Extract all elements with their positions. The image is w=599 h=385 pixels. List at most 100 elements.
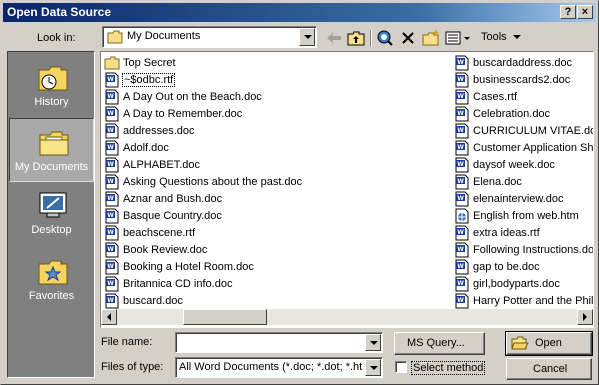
views-menu-icon[interactable] <box>443 28 473 48</box>
word-document-icon: W <box>454 259 470 275</box>
file-name-text: girl,bodyparts.doc <box>473 277 560 290</box>
file-list-item[interactable]: Top Secret <box>104 54 303 71</box>
file-list-item[interactable]: W Britannica CD info.doc <box>104 275 303 292</box>
tools-menu[interactable]: Tools <box>481 31 521 43</box>
file-list-item[interactable]: W Basque Country.doc <box>104 207 303 224</box>
file-list-item[interactable]: W Adolf.doc <box>104 139 303 156</box>
word-document-icon: W <box>454 242 470 258</box>
file-list-item[interactable]: English from web.htm <box>454 207 593 224</box>
places-desktop-label: Desktop <box>31 224 72 236</box>
file-list-item[interactable]: W Following Instructions.do <box>454 241 593 258</box>
tools-menu-label: Tools <box>481 31 507 43</box>
file-name-dropdown-button[interactable] <box>365 334 381 351</box>
file-list-item[interactable]: Wbuscardaddress.doc <box>454 54 593 71</box>
places-desktop[interactable]: Desktop <box>9 182 94 246</box>
files-of-type-dropdown-button[interactable] <box>365 359 381 376</box>
scroll-right-button[interactable] <box>577 309 593 325</box>
file-list-item[interactable]: Wbuscard.doc <box>104 292 303 309</box>
help-button[interactable]: ? <box>560 5 576 19</box>
create-new-folder-icon[interactable] <box>420 28 442 48</box>
places-my-documents-label: My Documents <box>14 161 89 173</box>
select-method-label: Select method <box>411 361 486 375</box>
svg-text:W: W <box>457 93 464 100</box>
file-name-text: Harry Potter and the Phil <box>473 294 594 307</box>
word-document-icon: W <box>104 72 120 88</box>
file-list-item[interactable]: W A Day to Remember.doc <box>104 105 303 122</box>
svg-text:W: W <box>107 76 114 83</box>
file-list-item[interactable]: W Book Review.doc <box>104 241 303 258</box>
file-list-item[interactable]: W Cases.rtf <box>454 88 593 105</box>
back-icon[interactable] <box>323 28 345 48</box>
places-history[interactable]: History <box>9 54 94 118</box>
file-name-text: A Day Out on the Beach.doc <box>123 90 262 103</box>
delete-icon[interactable] <box>397 28 419 48</box>
svg-text:W: W <box>457 59 464 66</box>
places-bar: History My Documents Desktop Favorites <box>7 51 95 378</box>
file-list-item[interactable]: W ~$odbc.rtf <box>104 71 303 88</box>
svg-text:W: W <box>107 212 114 219</box>
file-name-text: Book Review.doc <box>123 243 208 256</box>
folder-icon <box>104 55 120 71</box>
file-list-item[interactable]: W Celebration.doc <box>454 105 593 122</box>
file-name-text: Aznar and Bush.doc <box>123 192 223 205</box>
file-list-item[interactable]: W A Day Out on the Beach.doc <box>104 88 303 105</box>
word-document-icon: W <box>104 225 120 241</box>
word-document-icon: W <box>104 208 120 224</box>
cancel-button[interactable]: Cancel <box>506 358 592 380</box>
word-document-icon: W <box>104 106 120 122</box>
scroll-thumb[interactable] <box>183 309 267 325</box>
file-list-item[interactable]: W Asking Questions about the past.doc <box>104 173 303 190</box>
svg-text:W: W <box>107 161 114 168</box>
word-document-icon: W <box>104 157 120 173</box>
places-favorites[interactable]: Favorites <box>9 248 94 312</box>
look-in-dropdown-button[interactable] <box>299 28 315 46</box>
svg-text:W: W <box>457 178 464 185</box>
files-of-type-combo[interactable]: All Word Documents (*.doc; *.dot; *.htm <box>175 357 383 378</box>
close-button[interactable]: × <box>577 5 593 19</box>
up-one-level-icon[interactable] <box>345 28 367 48</box>
file-name-text: gap to be.doc <box>473 260 540 273</box>
file-name-text: English from web.htm <box>473 209 579 222</box>
word-document-icon: W <box>454 55 470 71</box>
scroll-left-icon <box>107 313 111 321</box>
scroll-left-button[interactable] <box>101 309 117 325</box>
open-button[interactable]: Open <box>505 331 593 356</box>
file-list-item[interactable]: Wgap to be.doc <box>454 258 593 275</box>
look-in-combo[interactable]: My Documents <box>102 26 317 48</box>
file-list-item[interactable]: W Elena.doc <box>454 173 593 190</box>
file-list-item[interactable]: Wbeachscene.rtf <box>104 224 303 241</box>
file-list-item[interactable]: Welenainterview.doc <box>454 190 593 207</box>
ms-query-label: MS Query... <box>407 337 465 349</box>
file-list-item[interactable]: Wextra ideas.rtf <box>454 224 593 241</box>
word-document-icon: W <box>454 89 470 105</box>
title-bar[interactable]: Open Data Source ? × <box>3 3 596 22</box>
file-list-item[interactable]: W CURRICULUM VITAE.doc <box>454 122 593 139</box>
select-method-box[interactable] <box>395 361 407 373</box>
places-my-documents[interactable]: My Documents <box>9 118 94 182</box>
file-name-label: File name: <box>101 336 153 348</box>
file-list-item[interactable]: Waddresses.doc <box>104 122 303 139</box>
file-list[interactable]: Top Secret W ~$odbc.rtf W A Day Out on the B… <box>100 51 594 328</box>
word-document-icon: W <box>104 174 120 190</box>
ms-query-button[interactable]: MS Query... <box>394 332 485 355</box>
select-method-checkbox[interactable]: Select method <box>395 360 487 376</box>
svg-text:W: W <box>457 195 464 202</box>
svg-text:W: W <box>107 263 114 270</box>
file-name-combo[interactable] <box>175 332 383 353</box>
file-list-item[interactable]: W Harry Potter and the Phil <box>454 292 594 309</box>
file-list-item[interactable]: W ALPHABET.doc <box>104 156 303 173</box>
horizontal-scrollbar[interactable] <box>101 309 593 325</box>
word-document-icon: W <box>454 276 470 292</box>
file-list-item[interactable]: W Aznar and Bush.doc <box>104 190 303 207</box>
svg-text:W: W <box>107 246 114 253</box>
word-document-icon: W <box>454 106 470 122</box>
file-name-text: addresses.doc <box>123 124 195 137</box>
file-list-item[interactable]: Wgirl,bodyparts.doc <box>454 275 593 292</box>
file-list-item[interactable]: Wdaysof week.doc <box>454 156 593 173</box>
file-list-item[interactable]: Wbusinesscards2.doc <box>454 71 593 88</box>
svg-text:W: W <box>457 263 464 270</box>
search-web-icon[interactable] <box>374 28 396 48</box>
file-list-item[interactable]: W Customer Application Sho <box>454 139 593 156</box>
open-data-source-dialog: Open Data Source ? × Look in: My Documen… <box>0 0 599 385</box>
file-list-item[interactable]: W Booking a Hotel Room.doc <box>104 258 303 275</box>
